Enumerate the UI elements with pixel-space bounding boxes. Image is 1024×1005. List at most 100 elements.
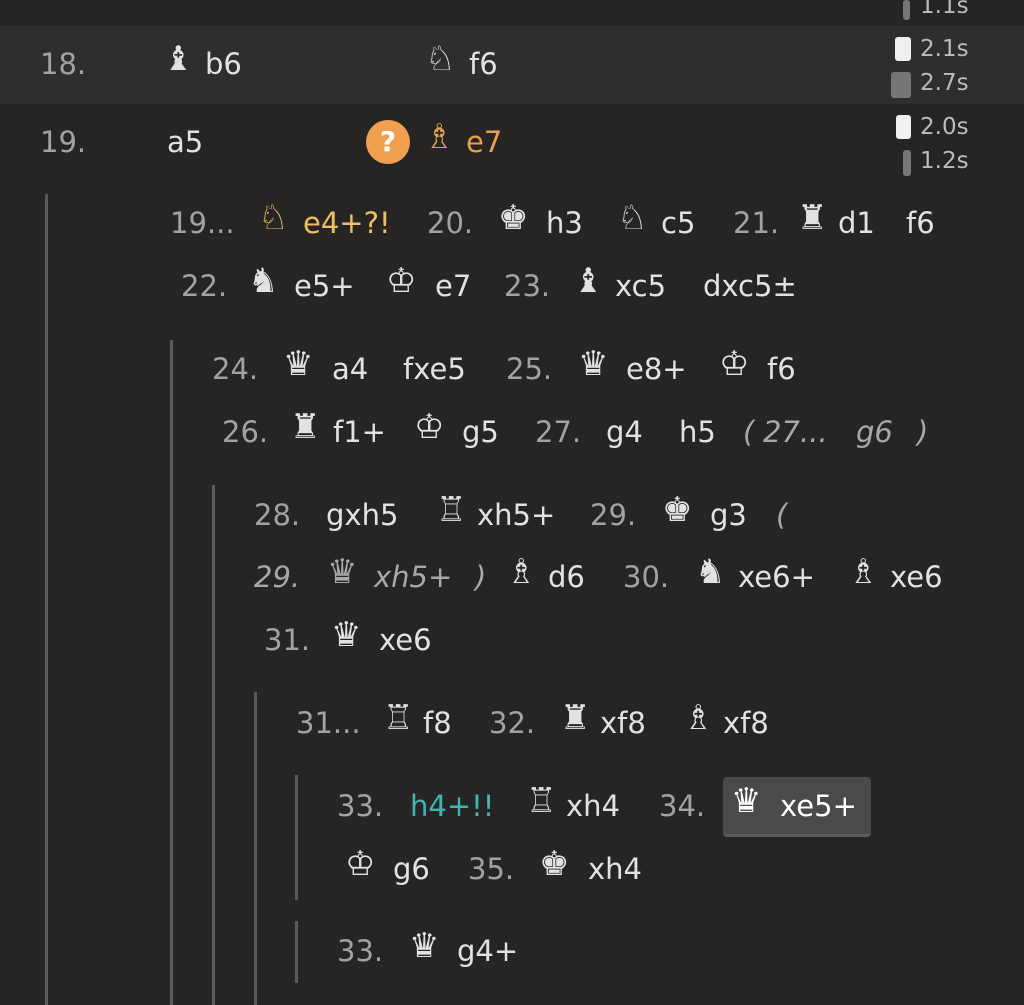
close-paren: ) (475, 560, 487, 594)
move[interactable]: g4+ (457, 933, 518, 969)
move[interactable]: f6 (469, 46, 498, 82)
black-queen-icon: ♛ (409, 926, 440, 966)
mistake-badge-icon: ? (366, 120, 410, 164)
move[interactable]: xh4 (588, 851, 642, 887)
move[interactable]: g5 (462, 414, 499, 450)
white-king-icon: ♔ (386, 261, 417, 301)
move-number: 23. (504, 269, 551, 303)
variation-line (295, 775, 298, 900)
black-bishop-icon: ♝ (573, 261, 604, 301)
white-bishop-icon: ♗ (506, 552, 537, 592)
move[interactable]: g3 (710, 497, 747, 533)
move-time: 1.1s (920, 0, 969, 19)
time-bar (891, 72, 911, 98)
move[interactable]: xe6 (379, 622, 432, 658)
black-queen-icon: ♛ (331, 615, 362, 655)
move-number: 26. (222, 415, 269, 449)
black-king-icon: ♚ (662, 490, 693, 530)
open-paren: ( (743, 415, 755, 449)
white-rook-icon: ♖ (526, 781, 557, 821)
black-knight-icon: ♞ (248, 261, 279, 301)
move[interactable]: g6 (856, 414, 893, 450)
move-time: 1.2s (920, 148, 969, 174)
move[interactable]: d6 (548, 559, 585, 595)
move[interactable]: xe6 (890, 559, 943, 595)
move-number: 33. (337, 934, 384, 968)
time-bar (903, 150, 911, 176)
current-move[interactable]: xe5+ (780, 788, 857, 824)
move[interactable]: xc5 (615, 268, 666, 304)
white-rook-icon: ♖ (383, 698, 414, 738)
move-number: 22. (181, 269, 228, 303)
black-rook-icon: ♜ (560, 698, 591, 738)
move-number: 32. (489, 706, 536, 740)
move[interactable]: xf8 (600, 705, 646, 741)
move[interactable]: h4+!! (410, 788, 494, 824)
move-number: 28. (254, 498, 301, 532)
white-knight-icon: ♘ (425, 39, 456, 79)
time-bar (895, 37, 911, 61)
move-number: 35. (468, 852, 515, 886)
move-time: 2.1s (920, 36, 969, 62)
move-number: 20. (427, 206, 474, 240)
move[interactable]: g6 (393, 851, 430, 887)
move-number: 25. (506, 352, 553, 386)
white-knight-icon: ♘ (258, 198, 289, 238)
move-number: 34. (659, 789, 706, 823)
white-king-icon: ♔ (719, 344, 750, 384)
move[interactable]: gxh5 (326, 497, 398, 533)
move[interactable]: g4 (606, 414, 643, 450)
move[interactable]: xe6+ (738, 559, 815, 595)
move[interactable]: f6 (767, 351, 796, 387)
move-time: 2.7s (920, 70, 969, 96)
move[interactable]: dxc5± (703, 268, 797, 304)
move[interactable]: f1+ (333, 414, 386, 450)
black-queen-icon: ♛ (283, 344, 314, 384)
move[interactable]: c5 (661, 205, 695, 241)
white-king-icon: ♔ (414, 407, 445, 447)
move[interactable]: d1 (838, 205, 875, 241)
move[interactable]: xh5+ (374, 559, 452, 595)
white-rook-icon: ♖ (436, 490, 467, 530)
move[interactable]: e7 (435, 268, 471, 304)
move-number: 24. (212, 352, 259, 386)
move[interactable]: f8 (423, 705, 452, 741)
variation-line (295, 921, 298, 983)
black-bishop-icon: ♝ (163, 39, 194, 79)
move-number: 27... (763, 415, 828, 449)
black-rook-icon: ♜ (290, 407, 321, 447)
top-row-fragment (0, 0, 1024, 26)
move[interactable]: e5+ (294, 268, 355, 304)
move-number: 21. (733, 206, 780, 240)
move[interactable]: h3 (546, 205, 583, 241)
move[interactable]: e4+?! (303, 205, 391, 241)
move-number: 29. (590, 498, 637, 532)
time-bar (903, 0, 910, 20)
variation-line (45, 194, 48, 1005)
move[interactable]: h5 (679, 414, 716, 450)
black-queen-icon: ♛ (578, 344, 609, 384)
white-bishop-icon: ♗ (424, 117, 455, 157)
move[interactable]: e8+ (626, 351, 687, 387)
move-number: 18. (40, 47, 87, 81)
move-number: 31... (296, 706, 361, 740)
move-number: 19. (40, 125, 87, 159)
move[interactable]: xh4 (566, 788, 620, 824)
move-number: 30. (623, 560, 670, 594)
black-king-icon: ♚ (539, 844, 570, 884)
white-bishop-icon: ♗ (683, 698, 714, 738)
move[interactable]: f6 (906, 205, 935, 241)
move[interactable]: xf8 (723, 705, 769, 741)
move-number: 19... (170, 206, 235, 240)
move[interactable]: a5 (167, 124, 203, 160)
move-row-18 (0, 26, 1024, 104)
black-knight-icon: ♞ (695, 552, 726, 592)
move[interactable]: xh5+ (477, 497, 555, 533)
move[interactable]: a4 (332, 351, 368, 387)
move[interactable]: b6 (205, 46, 242, 82)
black-queen-icon: ♛ (731, 781, 762, 821)
black-king-icon: ♚ (498, 198, 529, 238)
move[interactable]: fxe5 (403, 351, 466, 387)
move[interactable]: e7 (466, 124, 502, 160)
variation-line (170, 340, 173, 1005)
